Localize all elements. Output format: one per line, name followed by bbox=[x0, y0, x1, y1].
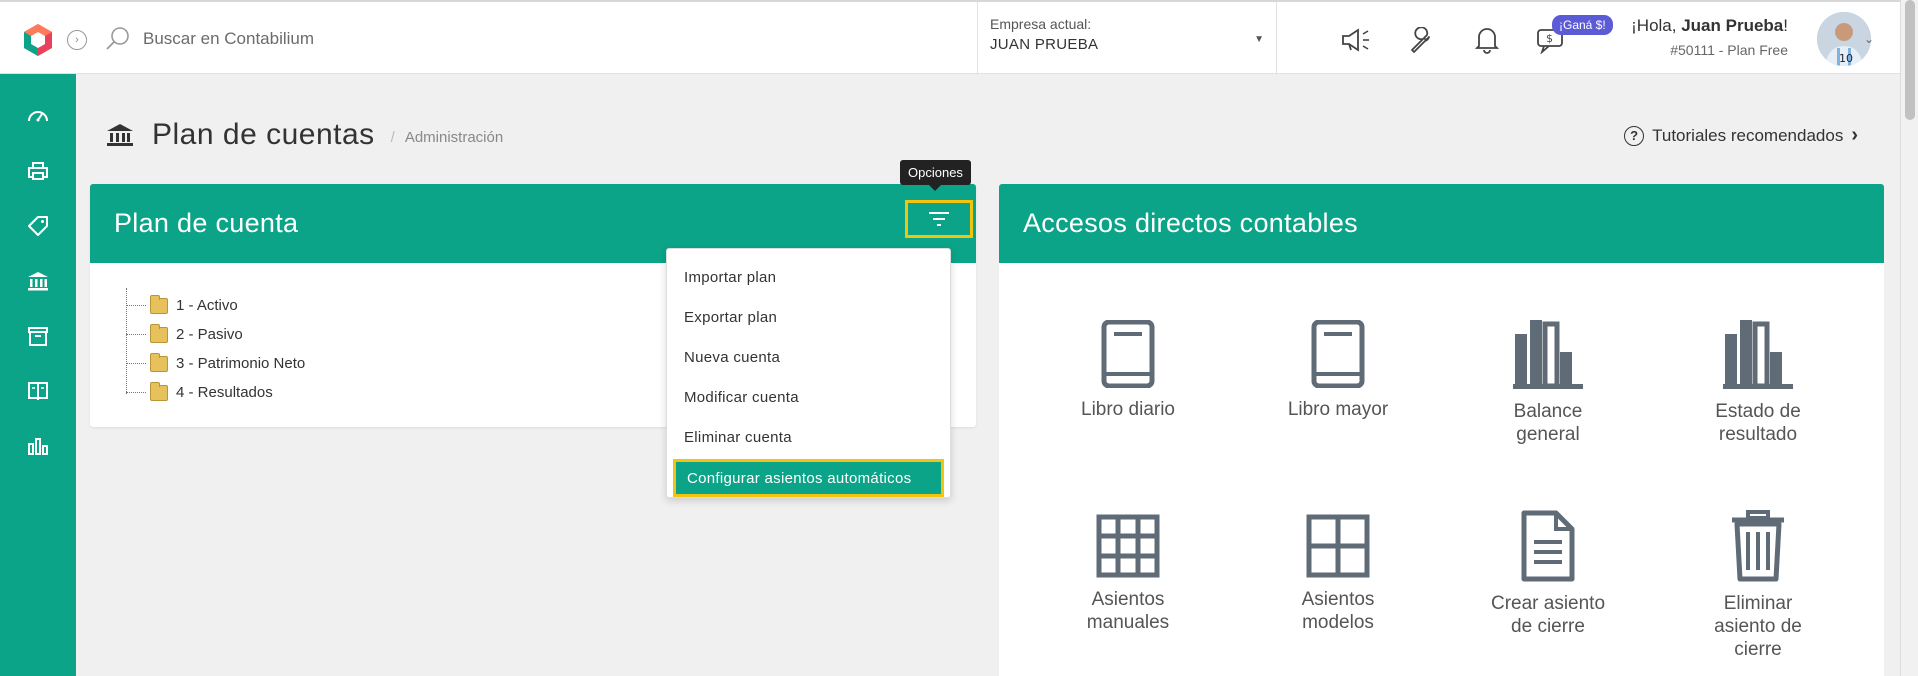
box-icon[interactable] bbox=[26, 324, 50, 348]
options-menu: Importar plan Exportar plan Nueva cuenta… bbox=[666, 248, 951, 498]
wrench-icon[interactable] bbox=[1406, 24, 1438, 56]
book-icon[interactable] bbox=[26, 379, 50, 403]
account-tree: 1 - Activo 2 - Pasivo 3 - Patrimonio Net… bbox=[126, 291, 305, 407]
breadcrumb[interactable]: Administración bbox=[405, 129, 503, 146]
bell-icon[interactable] bbox=[1471, 24, 1503, 56]
scrollbar-thumb[interactable] bbox=[1905, 0, 1915, 120]
page-header: Plan de cuentas / Administración bbox=[106, 118, 503, 152]
promo-badge[interactable]: ¡Ganá $! bbox=[1552, 15, 1613, 35]
shortcut-estado-resultado[interactable]: Estado de resultado bbox=[1663, 320, 1853, 446]
menu-item-eliminar-cuenta[interactable]: Eliminar cuenta bbox=[667, 417, 950, 457]
tree-node[interactable]: 1 - Activo bbox=[126, 291, 305, 320]
question-icon: ? bbox=[1624, 125, 1645, 146]
shortcut-libro-mayor[interactable]: Libro mayor bbox=[1243, 320, 1433, 421]
printer-icon[interactable] bbox=[26, 159, 50, 183]
shortcuts-card: Accesos directos contables Libro diario … bbox=[999, 184, 1884, 676]
book-icon bbox=[1311, 320, 1365, 388]
company-label: Empresa actual: bbox=[990, 16, 1092, 32]
plan-card-title: Plan de cuenta bbox=[114, 208, 299, 238]
megaphone-icon[interactable] bbox=[1340, 24, 1372, 56]
folder-icon bbox=[150, 381, 168, 401]
tree-node[interactable]: 2 - Pasivo bbox=[126, 320, 305, 349]
menu-item-nueva-cuenta[interactable]: Nueva cuenta bbox=[667, 337, 950, 377]
bar-chart-icon[interactable] bbox=[26, 434, 50, 458]
scrollbar[interactable] bbox=[1900, 0, 1918, 676]
svg-text:10: 10 bbox=[1839, 52, 1853, 65]
tutorials-link[interactable]: ? Tutoriales recomendados › bbox=[1624, 124, 1858, 147]
folder-icon bbox=[150, 294, 168, 314]
search-bar bbox=[105, 26, 743, 52]
bar-chart-icon bbox=[1513, 320, 1583, 389]
document-icon bbox=[1521, 510, 1575, 582]
greeting-text: ¡Hola, Juan Prueba! bbox=[1631, 16, 1788, 35]
sidebar bbox=[0, 74, 76, 676]
menu-item-exportar-plan[interactable]: Exportar plan bbox=[667, 297, 950, 337]
folder-icon bbox=[150, 323, 168, 343]
shortcut-balance-general[interactable]: Balance general bbox=[1453, 320, 1643, 446]
shortcuts-card-title: Accesos directos contables bbox=[1023, 208, 1358, 238]
window-grid-icon bbox=[1306, 514, 1370, 578]
page-title: Plan de cuentas bbox=[152, 118, 375, 151]
shortcut-eliminar-asiento-cierre[interactable]: Eliminar asiento de cierre bbox=[1663, 510, 1853, 661]
bank-icon bbox=[107, 124, 133, 146]
tree-node[interactable]: 3 - Patrimonio Neto bbox=[126, 349, 305, 378]
top-bar: › Empresa actual: JUAN PRUEBA ▼ $ ¡Ganá … bbox=[0, 0, 1900, 75]
bank-icon[interactable] bbox=[26, 269, 50, 293]
shortcut-asientos-modelos[interactable]: Asientos modelos bbox=[1243, 514, 1433, 634]
company-selector[interactable]: Empresa actual: JUAN PRUEBA ▼ bbox=[977, 2, 1277, 75]
tutorials-label: Tutoriales recomendados bbox=[1652, 125, 1844, 145]
shortcut-asientos-manuales[interactable]: Asientos manuales bbox=[1033, 514, 1223, 634]
contabilium-logo[interactable] bbox=[20, 22, 56, 58]
avatar[interactable]: 10 bbox=[1817, 12, 1871, 66]
svg-text:$: $ bbox=[1546, 32, 1553, 45]
chevron-right-icon: › bbox=[1851, 124, 1858, 146]
menu-item-importar-plan[interactable]: Importar plan bbox=[667, 257, 950, 297]
tag-icon[interactable] bbox=[26, 214, 50, 238]
menu-item-modificar-cuenta[interactable]: Modificar cuenta bbox=[667, 377, 950, 417]
caret-down-icon: ▼ bbox=[1254, 34, 1264, 45]
user-greeting[interactable]: ¡Hola, Juan Prueba! #50111 - Plan Free bbox=[1631, 16, 1788, 58]
breadcrumb-separator: / bbox=[390, 128, 395, 146]
grid-icon bbox=[1096, 514, 1160, 578]
options-button[interactable] bbox=[905, 200, 973, 238]
options-tooltip: Opciones bbox=[900, 160, 971, 191]
tree-node[interactable]: 4 - Resultados bbox=[126, 378, 305, 407]
company-value: JUAN PRUEBA bbox=[990, 36, 1099, 53]
shortcuts-card-header: Accesos directos contables bbox=[999, 184, 1884, 263]
bar-chart-icon bbox=[1723, 320, 1793, 389]
search-input[interactable] bbox=[143, 29, 743, 49]
book-icon bbox=[1101, 320, 1155, 388]
filter-icon bbox=[929, 212, 949, 226]
shortcut-crear-asiento-cierre[interactable]: Crear asiento de cierre bbox=[1453, 510, 1643, 638]
plan-info: #50111 - Plan Free bbox=[1670, 42, 1788, 58]
shortcut-libro-diario[interactable]: Libro diario bbox=[1033, 320, 1223, 421]
chevron-down-icon[interactable]: ⌄ bbox=[1864, 32, 1874, 46]
menu-item-configurar-asientos[interactable]: Configurar asientos automáticos bbox=[673, 459, 944, 497]
folder-icon bbox=[150, 352, 168, 372]
chevron-right-circle-icon[interactable]: › bbox=[67, 30, 87, 50]
search-icon bbox=[106, 27, 129, 50]
trash-icon bbox=[1732, 510, 1784, 582]
dashboard-icon[interactable] bbox=[26, 104, 50, 128]
